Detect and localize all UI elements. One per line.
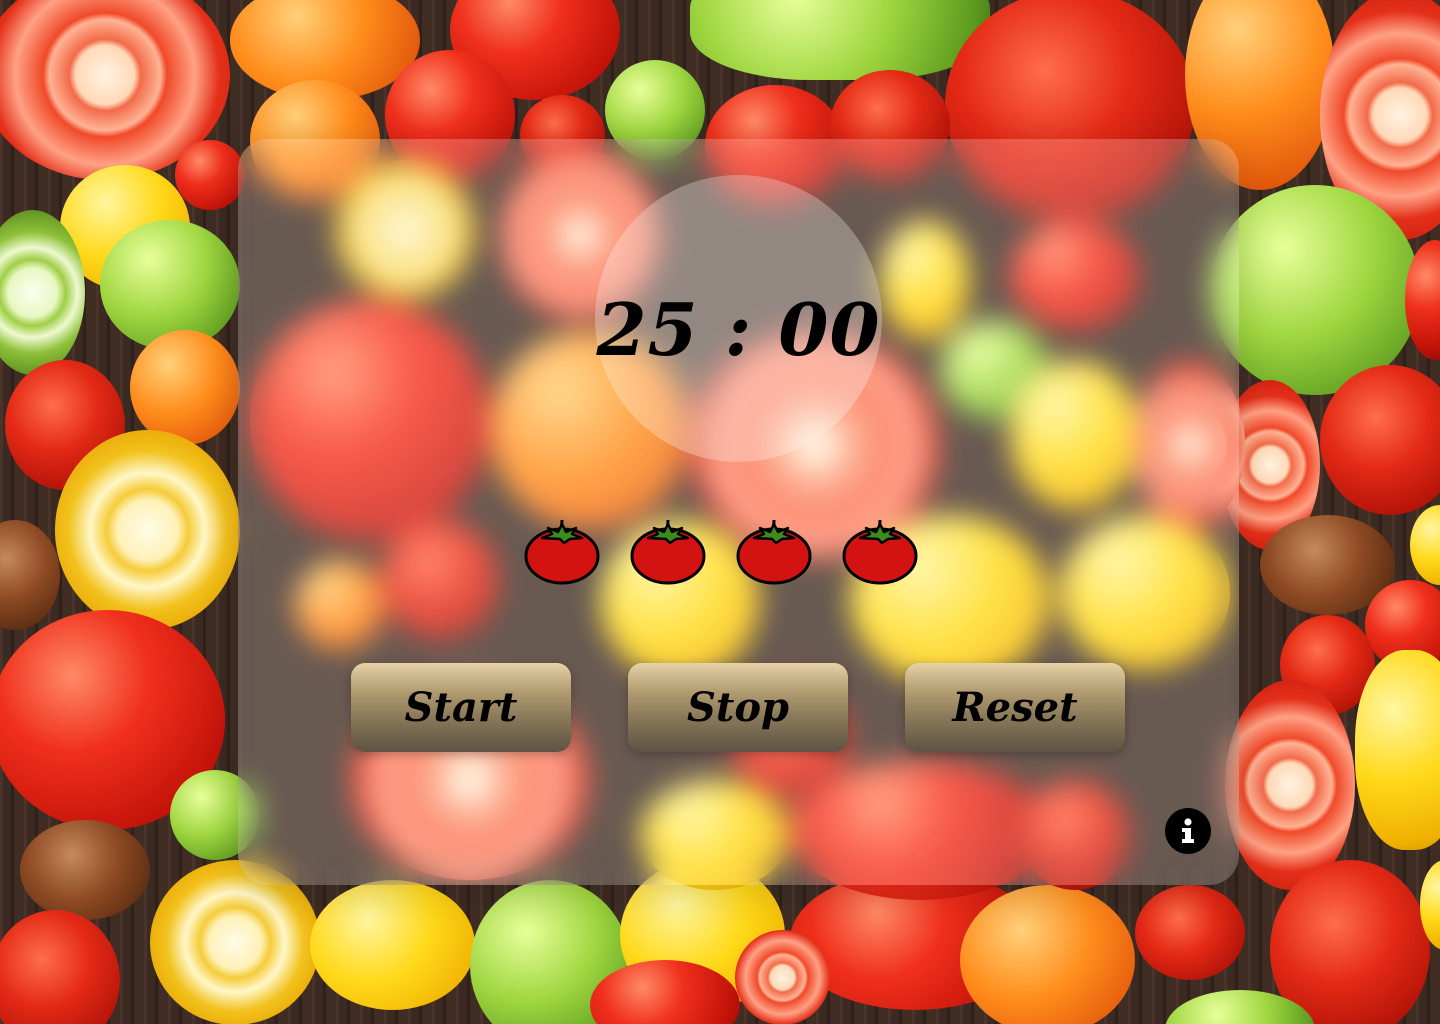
pomodoro-counter (524, 512, 924, 588)
stop-button[interactable]: Stop (628, 663, 848, 752)
info-icon (1182, 818, 1194, 843)
reset-button[interactable]: Reset (905, 663, 1125, 752)
timer-display: 25 : 00 (596, 287, 881, 372)
tomato-icon (736, 519, 812, 585)
tomato-icon (524, 519, 600, 585)
info-button[interactable] (1165, 808, 1211, 854)
tomato-icon (630, 519, 706, 585)
tomato-icon (842, 519, 918, 585)
start-button[interactable]: Start (351, 663, 571, 752)
